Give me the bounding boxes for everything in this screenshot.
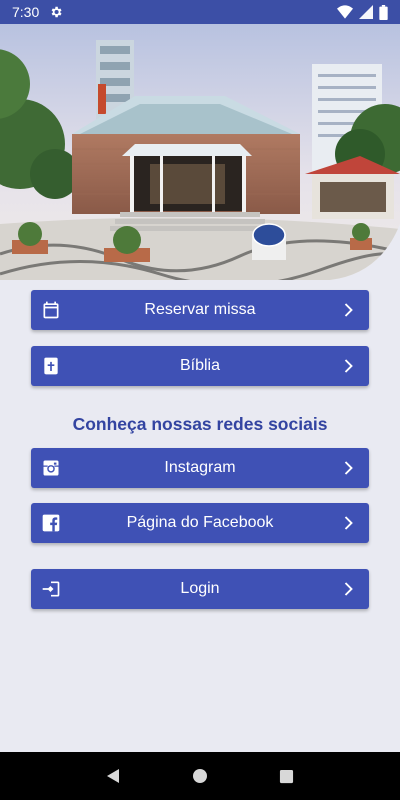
instagram-label: Instagram [164, 459, 236, 476]
login-icon [42, 581, 60, 597]
settings-gear-icon [51, 6, 62, 18]
biblia-label: Bíblia [179, 357, 221, 374]
bible-icon [44, 357, 58, 375]
facebook-icon [42, 514, 60, 532]
recents-icon[interactable] [275, 764, 299, 788]
chevron-right-icon [344, 582, 353, 596]
chevron-right-icon [344, 461, 353, 475]
social-section-title: Conheça nossas redes sociais [72, 414, 328, 434]
chevron-right-icon [344, 303, 353, 317]
home-icon[interactable] [188, 764, 212, 788]
status-bar: 7:30 [0, 0, 400, 24]
chevron-right-icon [344, 516, 353, 530]
biblia-button[interactable]: Bíblia [31, 346, 369, 386]
status-time: 7:30 [12, 4, 40, 20]
cellular-signal-icon [359, 5, 373, 19]
battery-icon [379, 4, 388, 20]
chevron-right-icon [344, 359, 353, 373]
facebook-button[interactable]: Página do Facebook [31, 503, 369, 543]
instagram-icon [43, 460, 59, 476]
reservar-missa-label: Reservar missa [144, 301, 256, 318]
facebook-label: Página do Facebook [126, 514, 274, 531]
wifi-icon [337, 5, 353, 19]
calendar-icon [43, 301, 59, 319]
hero-church-image [0, 24, 400, 280]
login-button[interactable]: Login [31, 569, 369, 609]
system-navigation-bar [0, 752, 400, 800]
reservar-missa-button[interactable]: Reservar missa [31, 290, 369, 330]
instagram-button[interactable]: Instagram [31, 448, 369, 488]
back-icon[interactable] [101, 764, 125, 788]
login-label: Login [180, 580, 220, 597]
